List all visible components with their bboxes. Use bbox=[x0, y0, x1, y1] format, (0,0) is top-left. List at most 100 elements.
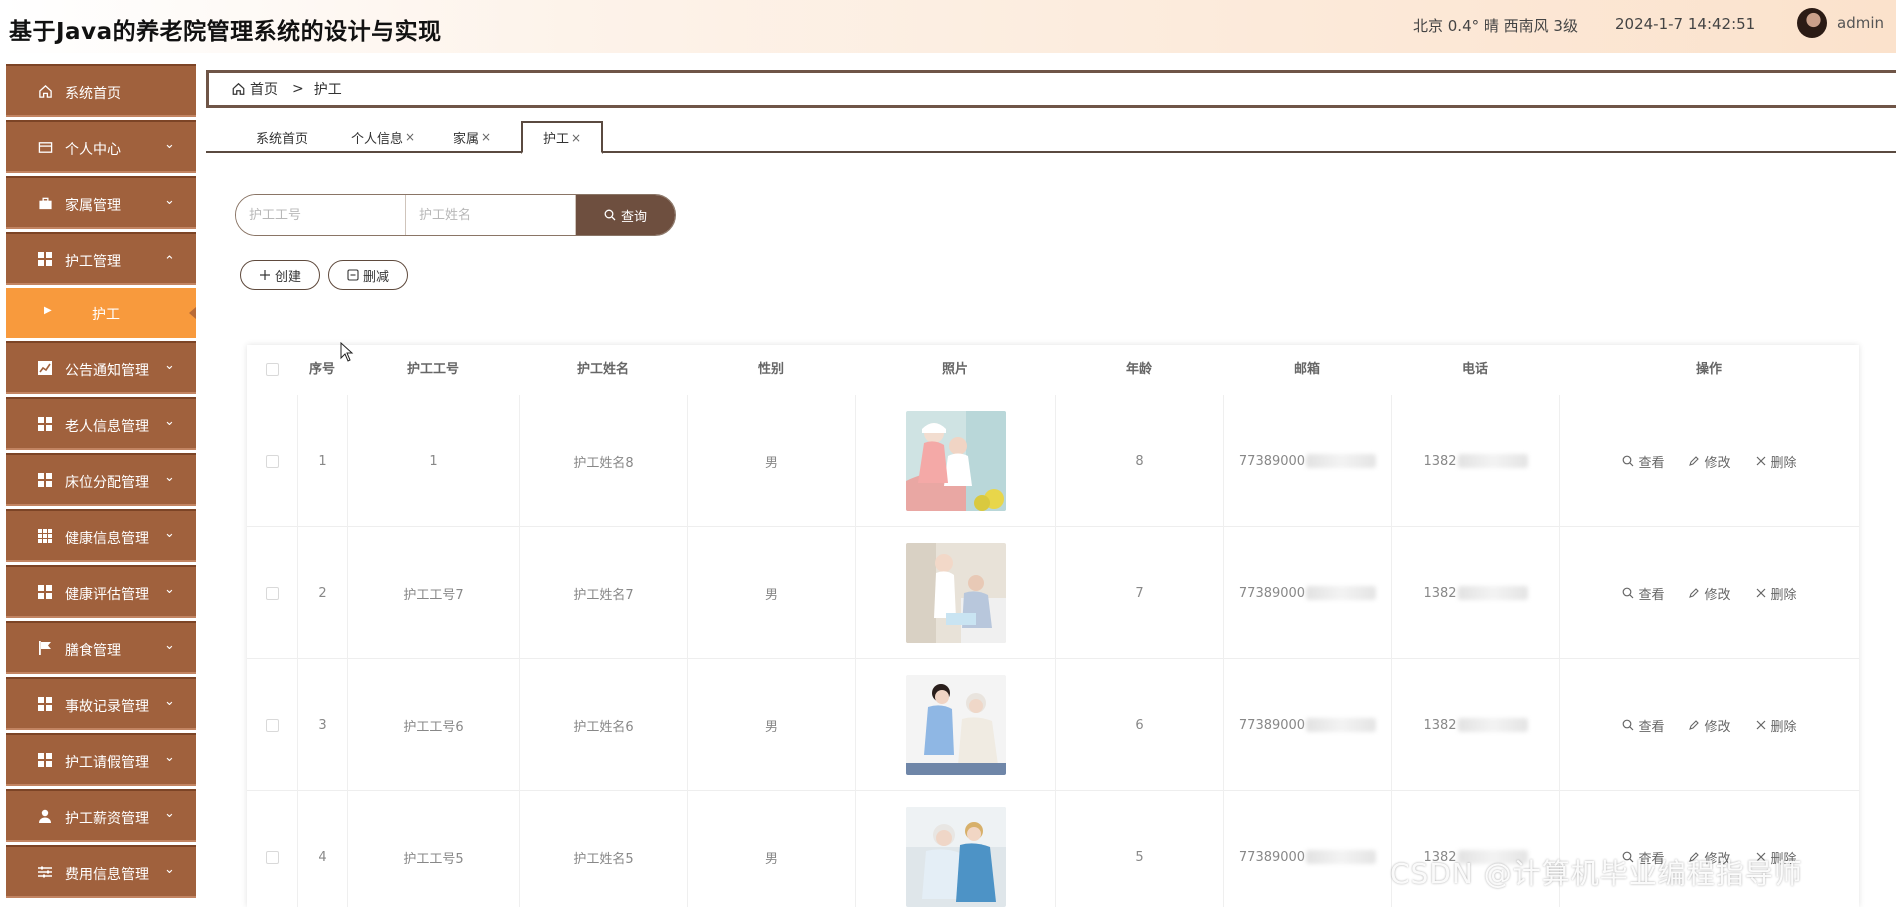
close-icon[interactable]: × bbox=[571, 131, 581, 145]
search-icon bbox=[1623, 455, 1634, 467]
col-name: 护工姓名 bbox=[576, 362, 629, 377]
sidebar-item-fee[interactable]: 费用信息管理 ⌄ bbox=[6, 845, 196, 898]
table-header: 序号 护工工号 护工姓名 性别 照片 年龄 邮箱 电话 操作 bbox=[247, 345, 1859, 395]
caregiver-photo[interactable] bbox=[905, 807, 1006, 907]
phone-text: 1382 bbox=[1423, 453, 1457, 469]
close-icon bbox=[1756, 588, 1765, 598]
row-checkbox[interactable] bbox=[265, 586, 279, 600]
cell-index: 4 bbox=[297, 791, 347, 907]
remove-button[interactable]: 删除 bbox=[1755, 452, 1797, 471]
sidebar-item-leave[interactable]: 护工请假管理 ⌄ bbox=[6, 733, 196, 786]
email-text: 77389000 bbox=[1238, 717, 1306, 733]
username[interactable]: admin bbox=[1837, 14, 1884, 32]
row-checkbox[interactable] bbox=[265, 850, 279, 864]
grid-icon bbox=[36, 250, 54, 268]
close-icon bbox=[1756, 456, 1765, 466]
edit-button[interactable]: 修改 bbox=[1688, 716, 1731, 735]
edit-button[interactable]: 修改 bbox=[1688, 584, 1731, 603]
phone-text: 1382 bbox=[1423, 585, 1457, 601]
remove-button[interactable]: 删除 bbox=[1755, 584, 1797, 603]
sidebar-item-home[interactable]: 系统首页 bbox=[6, 64, 196, 117]
sidebar-item-label: 护工管理 bbox=[65, 254, 121, 270]
sidebar-item-salary[interactable]: 护工薪资管理 ⌄ bbox=[6, 789, 196, 842]
caregiver-photo[interactable] bbox=[905, 675, 1006, 775]
col-ops: 操作 bbox=[1695, 362, 1722, 377]
caregiver-code-input[interactable] bbox=[236, 195, 406, 235]
sidebar-subitem-label: 护工 bbox=[92, 307, 120, 323]
breadcrumb-home[interactable]: 首页 bbox=[250, 79, 278, 99]
sidebar-item-label: 床位分配管理 bbox=[65, 475, 149, 491]
redacted-blur bbox=[1306, 586, 1377, 600]
cell-index: 1 bbox=[297, 395, 347, 527]
view-button[interactable]: 查看 bbox=[1622, 452, 1664, 471]
chevron-down-icon: ⌄ bbox=[164, 582, 175, 597]
view-button[interactable]: 查看 bbox=[1622, 584, 1664, 603]
cell-photo bbox=[855, 395, 1055, 527]
cell-age: 8 bbox=[1055, 395, 1223, 527]
cell-index: 2 bbox=[297, 527, 347, 659]
view-label: 查看 bbox=[1638, 455, 1665, 471]
remove-button[interactable]: 删除 bbox=[1755, 716, 1797, 735]
avatar[interactable] bbox=[1797, 8, 1827, 38]
row-select-cell bbox=[247, 395, 297, 527]
caregiver-photo[interactable] bbox=[905, 411, 1006, 511]
tab-bar: 系统首页 个人信息 × 家属 × 护工 × bbox=[206, 120, 1896, 154]
sidebar-item-notice[interactable]: 公告通知管理 ⌄ bbox=[6, 341, 196, 394]
minus-square-icon bbox=[347, 269, 359, 281]
tab-label: 系统首页 bbox=[256, 131, 309, 147]
cell-photo bbox=[855, 791, 1055, 907]
sidebar-item-label: 家属管理 bbox=[65, 198, 121, 214]
cell-ops: 查看 修改 删除 bbox=[1559, 527, 1859, 659]
search-bar: 查询 bbox=[235, 194, 676, 236]
email-text: 77389000 bbox=[1238, 585, 1306, 601]
row-select-cell bbox=[247, 659, 297, 791]
home-icon[interactable] bbox=[231, 82, 246, 96]
search-icon bbox=[1623, 719, 1634, 731]
tab-caregiver[interactable]: 护工 × bbox=[521, 121, 604, 154]
edit-label: 修改 bbox=[1704, 455, 1731, 471]
caret-right-icon: ▶ bbox=[44, 305, 52, 316]
sidebar-item-accident[interactable]: 事故记录管理 ⌄ bbox=[6, 677, 196, 730]
cell-email: 77389000 bbox=[1223, 395, 1391, 527]
caregiver-name-input[interactable] bbox=[406, 195, 576, 235]
sidebar-item-health-info[interactable]: 健康信息管理 ⌄ bbox=[6, 509, 196, 562]
sidebar-item-elder-info[interactable]: 老人信息管理 ⌄ bbox=[6, 397, 196, 450]
cell-ops: 查看 修改 删除 bbox=[1559, 659, 1859, 791]
pencil-icon bbox=[1689, 456, 1700, 466]
caregiver-table: 序号 护工工号 护工姓名 性别 照片 年龄 邮箱 电话 操作 1 1 护工姓名 8… bbox=[247, 345, 1859, 907]
chevron-down-icon: ⌄ bbox=[164, 694, 175, 709]
view-button[interactable]: 查看 bbox=[1622, 716, 1664, 735]
sidebar-item-personal-center[interactable]: 个人中心 ⌄ bbox=[6, 120, 196, 173]
search-button[interactable]: 查询 bbox=[576, 195, 675, 235]
grid-icon bbox=[36, 695, 54, 713]
chevron-down-icon: ⌄ bbox=[164, 414, 175, 429]
sidebar-subitem-caregiver[interactable]: ▶ 护工 bbox=[6, 288, 196, 338]
sidebar-item-health-assess[interactable]: 健康评估管理 ⌄ bbox=[6, 565, 196, 618]
close-icon[interactable]: × bbox=[405, 130, 415, 144]
caregiver-photo[interactable] bbox=[905, 543, 1006, 643]
grid-icon bbox=[36, 471, 54, 489]
sidebar-item-label: 个人中心 bbox=[65, 142, 121, 158]
row-checkbox[interactable] bbox=[265, 454, 279, 468]
sidebar-item-label: 费用信息管理 bbox=[65, 867, 149, 883]
close-icon[interactable]: × bbox=[481, 130, 491, 144]
cell-index: 3 bbox=[297, 659, 347, 791]
sliders-icon bbox=[36, 863, 54, 881]
sidebar-item-meal[interactable]: 膳食管理 ⌄ bbox=[6, 621, 196, 674]
tab-home[interactable]: 系统首页 bbox=[256, 122, 308, 152]
edit-button[interactable]: 修改 bbox=[1688, 452, 1731, 471]
grid-icon bbox=[36, 751, 54, 769]
sidebar-item-bed[interactable]: 床位分配管理 ⌄ bbox=[6, 453, 196, 506]
cell-code: 1 bbox=[347, 395, 519, 527]
table-row: 3 护工工号6 护工姓名6 男 6 77389000 1382 查看 修改 删除 bbox=[247, 659, 1859, 791]
tab-family[interactable]: 家属 × bbox=[453, 122, 491, 152]
tab-personal-info[interactable]: 个人信息 × bbox=[351, 122, 415, 152]
cell-email: 77389000 bbox=[1223, 527, 1391, 659]
delete-button[interactable]: 删减 bbox=[328, 260, 408, 290]
sidebar-item-caregiver[interactable]: 护工管理 ⌃ bbox=[6, 232, 196, 285]
row-checkbox[interactable] bbox=[265, 718, 279, 732]
create-button[interactable]: 创建 bbox=[240, 260, 320, 290]
sidebar-item-label: 健康信息管理 bbox=[65, 531, 149, 547]
sidebar-item-family[interactable]: 家属管理 ⌄ bbox=[6, 176, 196, 229]
select-all-checkbox[interactable] bbox=[265, 363, 279, 376]
